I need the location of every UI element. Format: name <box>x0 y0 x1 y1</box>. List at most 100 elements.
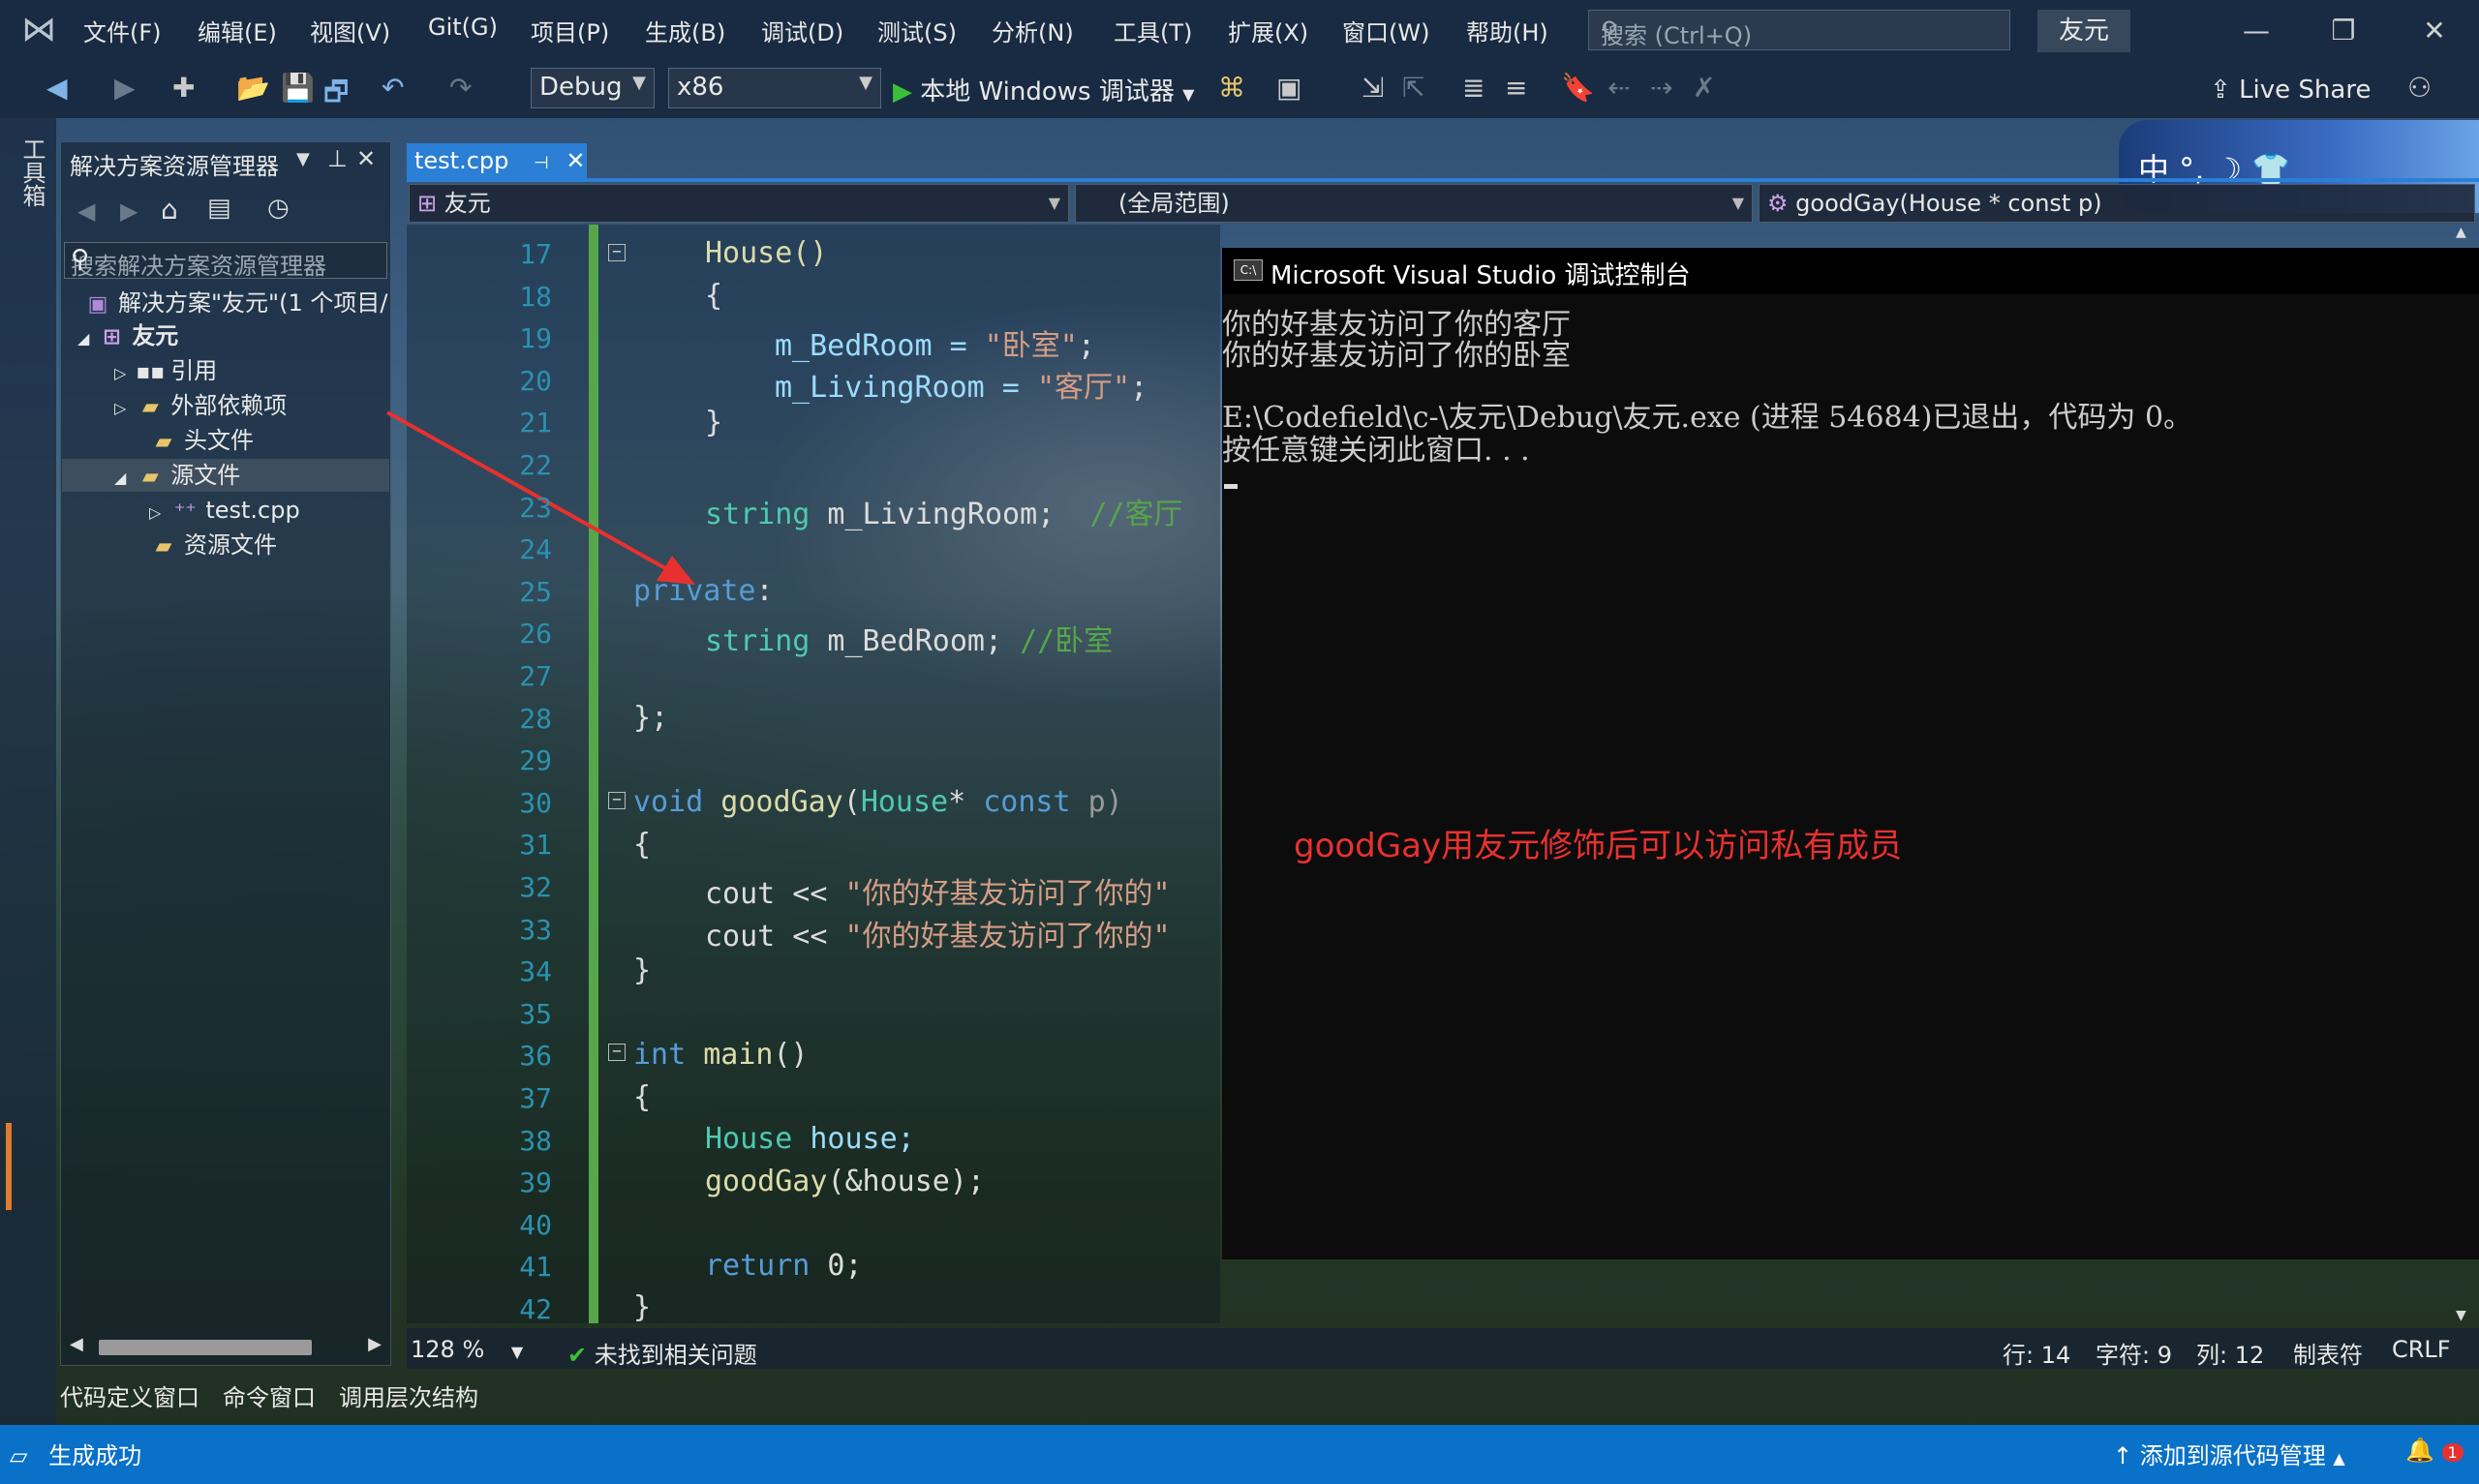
tab-code-definition[interactable]: 代码定义窗口 <box>60 1378 199 1412</box>
save-icon[interactable]: 💾 <box>281 72 315 104</box>
minimize-button[interactable]: — <box>2227 8 2285 54</box>
console-line: 按任意键关闭此窗口. . . <box>1222 434 1530 468</box>
sol-forward-icon[interactable]: ▶ <box>120 197 138 225</box>
toolbox-tab[interactable]: 工具箱 <box>15 137 49 207</box>
uncomment-icon[interactable]: ≡ <box>1505 72 1527 104</box>
play-icon: ▶ <box>893 77 912 106</box>
folder-icon: ▰ <box>155 534 172 559</box>
chevron-down-icon: ▼ <box>1731 194 1744 212</box>
prev-bookmark-icon[interactable]: ⇠ <box>1607 72 1630 104</box>
tree-item-project[interactable]: ◢ ⊞ 友元 <box>77 319 178 352</box>
menu-file[interactable]: 文件(F) <box>83 14 162 47</box>
menu-view[interactable]: 视图(V) <box>310 14 390 47</box>
step-into-icon[interactable]: ⇲ <box>1362 72 1384 104</box>
line-number: 37 <box>519 1082 552 1114</box>
tree-item-resource-files[interactable]: ▰ 资源文件 <box>149 529 277 561</box>
solution-horizontal-scrollbar[interactable]: ◀ ▶ <box>64 1332 387 1361</box>
nav-member-select[interactable]: ⚙ goodGay(House * const p) <box>1759 184 2475 223</box>
screenshot-icon[interactable]: ▣ <box>1276 72 1301 104</box>
char-indicator: 字符: 9 <box>2096 1342 2172 1369</box>
solution-icon: ▣ <box>87 292 108 317</box>
solution-search-input[interactable]: 搜索解决方案资源管理器 ⚲ <box>64 242 387 280</box>
issues-indicator[interactable]: ✔ 未找到相关问题 <box>567 1336 757 1370</box>
tab-command-window[interactable]: 命令窗口 <box>223 1378 316 1412</box>
menu-analyze[interactable]: 分析(N) <box>992 14 1074 47</box>
menu-help[interactable]: 帮助(H) <box>1466 14 1548 47</box>
platform-select[interactable]: x86 ▼ <box>668 68 881 108</box>
platform-value: x86 <box>677 73 724 102</box>
config-select[interactable]: Debug ▼ <box>531 68 655 108</box>
panel-options-icon[interactable]: ▼ <box>296 149 310 169</box>
chevron-down-icon: ▼ <box>1182 85 1195 104</box>
clear-bookmarks-icon[interactable]: ✗ <box>1693 72 1715 104</box>
next-bookmark-icon[interactable]: ⇢ <box>1650 72 1672 104</box>
feedback-icon[interactable]: ⚇ <box>2407 72 2432 104</box>
menu-extensions[interactable]: 扩展(X) <box>1228 14 1308 47</box>
close-window-button[interactable]: ✕ <box>2405 8 2464 54</box>
code-line-38: House house; <box>705 1122 915 1156</box>
save-all-icon[interactable]: 🗗 <box>323 72 349 118</box>
open-folder-icon[interactable]: 📂 <box>236 72 270 104</box>
add-to-source-control-button[interactable]: ↑ 添加到源代码管理 ▲ <box>2113 1437 2345 1470</box>
menu-git[interactable]: Git(G) <box>428 14 498 41</box>
forward-icon[interactable]: ▶ <box>114 72 136 104</box>
tab-test-cpp[interactable]: test.cpp ⊣ ✕ <box>407 143 587 178</box>
browse-icon[interactable]: ⌘ <box>1218 72 1245 104</box>
code-line-28: }; <box>633 701 669 735</box>
pin-icon[interactable]: ⊥ <box>327 145 348 172</box>
tree-item-external-deps[interactable]: ▷ ▰ 外部依赖项 <box>114 389 287 422</box>
tree-item-solution[interactable]: ▣ 解决方案"友元"(1 个项目/ <box>83 287 388 319</box>
tree-label: test.cpp <box>205 497 300 524</box>
project-icon: ⊞ <box>417 190 438 217</box>
tree-item-references[interactable]: ▷ ▪▪ 引用 <box>114 354 217 387</box>
zoom-select[interactable]: 128 % ▼ <box>411 1336 523 1363</box>
line-ending[interactable]: CRLF <box>2392 1336 2451 1363</box>
fold-toggle-icon[interactable]: − <box>608 1044 626 1061</box>
notifications-button[interactable]: 🔔 1 <box>2405 1437 2464 1464</box>
menu-test[interactable]: 测试(S) <box>877 14 957 47</box>
restore-button[interactable]: ❐ <box>2314 8 2372 54</box>
pin-tab-icon[interactable]: ⊣ <box>534 153 549 173</box>
close-icon[interactable]: ✕ <box>356 145 376 172</box>
menu-tools[interactable]: 工具(T) <box>1114 14 1192 47</box>
comment-icon[interactable]: ≣ <box>1462 72 1484 104</box>
home-icon[interactable]: ⌂ <box>161 194 178 226</box>
live-share-button[interactable]: ⇪ Live Share <box>2210 76 2371 105</box>
sol-back-icon[interactable]: ◀ <box>77 197 95 225</box>
fold-toggle-icon[interactable]: − <box>608 792 626 809</box>
nav-member-value: goodGay(House * const p) <box>1795 190 2102 217</box>
indent-mode[interactable]: 制表符 <box>2293 1336 2363 1370</box>
tab-call-hierarchy[interactable]: 调用层次结构 <box>339 1378 478 1412</box>
nav-scope-select[interactable]: (全局范围) ▼ <box>1075 184 1753 223</box>
tree-item-header-files[interactable]: ▰ 头文件 <box>149 424 254 457</box>
editor-vertical-scrollbar[interactable]: ▲ ▼ <box>2450 225 2475 1323</box>
new-project-icon[interactable]: ✚ <box>172 72 195 104</box>
tree-item-test-cpp[interactable]: ▷ ⁺⁺ test.cpp <box>149 494 300 527</box>
nav-project-select[interactable]: ⊞ 友元 ▼ <box>409 184 1069 223</box>
bookmark-icon[interactable]: 🔖 <box>1561 72 1595 104</box>
start-debugging-button[interactable]: ▶ 本地 Windows 调试器 ▼ <box>893 72 1194 107</box>
search-input[interactable]: 搜索 (Ctrl+Q) ⚲ <box>1588 10 2010 50</box>
project-icon: ⊞ <box>103 325 121 349</box>
history-icon[interactable]: ◷ <box>267 194 290 223</box>
menu-project[interactable]: 项目(P) <box>531 14 609 47</box>
redo-icon[interactable]: ↷ <box>449 72 472 104</box>
search-icon: ⚲ <box>71 245 90 274</box>
fold-toggle-icon[interactable]: − <box>608 244 626 261</box>
tree-item-source-files[interactable]: ◢ ▰ 源文件 <box>114 459 240 492</box>
back-icon[interactable]: ◀ <box>46 72 68 104</box>
close-tab-icon[interactable]: ✕ <box>566 147 585 174</box>
scroll-thumb[interactable] <box>99 1340 312 1355</box>
line-number: 17 <box>519 238 552 270</box>
menu-debug[interactable]: 调试(D) <box>761 14 843 47</box>
menu-edit[interactable]: 编辑(E) <box>198 14 277 47</box>
step-over-icon[interactable]: ⇱ <box>1402 72 1424 104</box>
undo-icon[interactable]: ↶ <box>382 72 404 104</box>
menu-window[interactable]: 窗口(W) <box>1342 14 1429 47</box>
nav-scope-value: (全局范围) <box>1118 190 1230 217</box>
tab-underline <box>407 178 2479 182</box>
menu-build[interactable]: 生成(B) <box>645 14 725 47</box>
tree-label: 外部依赖项 <box>170 392 288 419</box>
chevron-down-icon: ▼ <box>632 73 646 93</box>
switch-views-icon[interactable]: ▤ <box>207 194 231 223</box>
